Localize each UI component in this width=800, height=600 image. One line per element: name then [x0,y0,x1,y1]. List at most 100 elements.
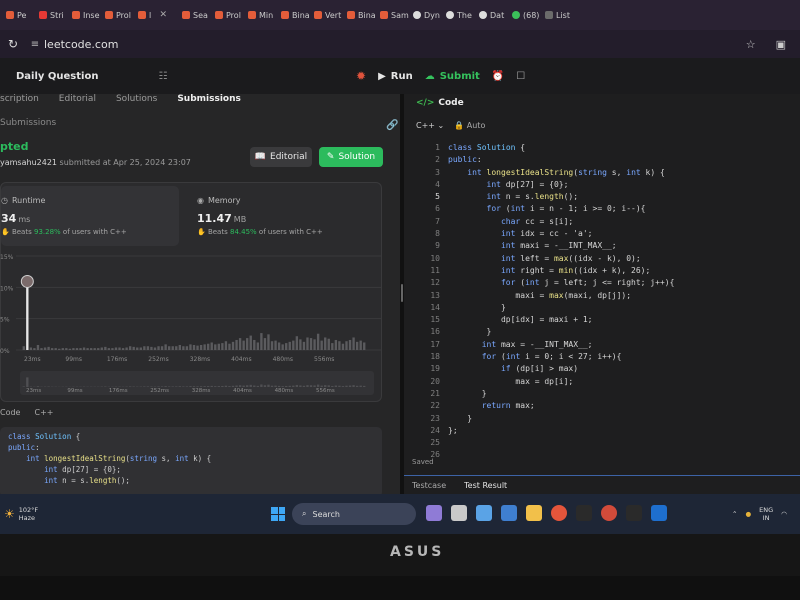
chart-bar[interactable] [72,348,75,350]
browser-tab[interactable]: Bina [277,0,310,30]
chart-bar[interactable] [348,339,352,350]
chart-bar[interactable] [207,343,210,350]
code-line[interactable]: max = dp[i]; [448,376,674,388]
reload-icon[interactable]: ↻ [0,37,26,51]
file-explorer-icon[interactable] [526,505,542,521]
chart-bar[interactable] [295,336,299,350]
chart-bar[interactable] [160,346,164,350]
tab-submissions[interactable]: Submissions [177,94,241,108]
browser-tab[interactable]: (68) [508,0,541,30]
chart-bar[interactable] [185,346,189,350]
browser-tab[interactable]: Prol [101,0,134,30]
wifi-icon[interactable]: ◠ [781,510,787,518]
solution-button[interactable]: ✎ Solution [319,147,383,167]
tab-editorial[interactable]: Editorial [59,94,96,108]
chart-bar[interactable] [235,339,238,350]
submissions-link[interactable]: Submissions [0,118,56,128]
tab-test-result[interactable]: Test Result [464,481,507,490]
chart-bar[interactable] [114,347,118,350]
task-view-icon[interactable] [451,505,467,521]
chart-bar[interactable] [249,335,252,350]
code-line[interactable]: return max; [448,400,674,412]
browser-tab[interactable]: Prol [211,0,244,30]
chart-bar[interactable] [153,347,157,350]
link-icon[interactable]: 🔗 [386,120,398,131]
chrome-icon[interactable] [551,505,567,521]
chart-bar[interactable] [89,348,93,350]
video-app-icon[interactable] [476,505,492,521]
chart-bar[interactable] [164,344,167,350]
author-name[interactable]: yamsahu2421 [0,158,57,167]
chart-bar[interactable] [65,348,68,350]
chart-bar[interactable] [79,348,82,350]
chart-bar[interactable] [171,346,174,350]
language-select[interactable]: C++ ⌄ [416,121,444,130]
chart-bar[interactable] [246,338,249,350]
code-line[interactable]: for (int i = n - 1; i >= 0; i--){ [448,203,674,215]
chart-bar[interactable] [359,340,362,350]
code-line[interactable]: } [448,302,674,314]
browser-tab[interactable]: Sam [376,0,409,30]
vscode-icon[interactable] [651,505,667,521]
chart-bar[interactable] [228,343,231,350]
browser-tab[interactable]: Stri [35,0,68,30]
close-tab-icon[interactable]: ✕ [156,10,170,20]
browser-tab[interactable]: List [541,0,574,30]
code-line[interactable]: int left = max((idx - k), 0); [448,253,674,265]
notes-icon[interactable]: ☐ [516,71,525,82]
chart-bar[interactable] [256,342,260,350]
page-title[interactable]: Daily Question [16,71,98,82]
chart-bar[interactable] [316,333,320,350]
chart-bar[interactable] [100,347,103,350]
chart-bar[interactable] [61,348,64,350]
tab-code[interactable]: </> Code [416,98,464,108]
code-line[interactable]: int dp[27] = {0}; [448,179,674,191]
code-line[interactable]: int maxi = -__INT_MAX__; [448,240,674,252]
chart-bar[interactable] [178,344,181,350]
chart-bar[interactable] [331,343,334,350]
browser-tab[interactable]: Dat [475,0,508,30]
browser-tab[interactable]: l ✕ [134,0,178,30]
chart-bar[interactable] [192,344,196,350]
chart-bar[interactable] [224,341,228,350]
chart-bar[interactable] [242,340,245,350]
chart-bar[interactable] [274,340,277,350]
chart-bar[interactable] [125,347,128,350]
chart-bar[interactable] [107,348,111,350]
browser-tab[interactable]: Inse [68,0,101,30]
chart-bar[interactable] [302,341,306,350]
chart-bar[interactable] [189,344,192,350]
chart-bar[interactable] [334,339,338,350]
taskbar-search[interactable]: ⌕ Search [292,503,416,525]
code-line[interactable]: char cc = s[i]; [448,216,674,228]
user-avatar-marker[interactable] [20,274,34,288]
browser-tab[interactable]: Bina [343,0,376,30]
chart-bar[interactable] [97,348,100,350]
chart-bar[interactable] [132,346,135,350]
chart-bar[interactable] [288,341,291,350]
chart-bar[interactable] [199,344,203,350]
store-app-icon[interactable] [501,505,517,521]
tab-solutions[interactable]: Solutions [116,94,157,108]
code-line[interactable]: } [448,326,674,338]
code-line[interactable]: int idx = cc - 'a'; [448,228,674,240]
tab-scription[interactable]: scription [0,94,39,108]
chart-bar[interactable] [29,347,33,350]
chart-bar[interactable] [231,341,235,350]
chart-bar[interactable] [143,346,146,350]
chevron-up-icon[interactable]: ⌃ [732,510,737,518]
code-editor[interactable]: 1 2 3 4 5 6 7 8 9 10 11 12 13 14 15 16 17 18 19 20 21 22 23 24 2… [404,142,800,459]
code-text[interactable]: class Solution {public: int longestIdeal… [448,142,674,437]
language-indicator[interactable]: ENG IN [759,506,773,522]
chart-bar[interactable] [182,346,185,350]
chart-bar[interactable] [54,348,57,350]
chart-bar[interactable] [263,338,267,350]
chart-bar[interactable] [40,348,43,350]
chart-bar[interactable] [136,347,139,350]
browser-tab[interactable]: The [442,0,475,30]
timer-icon[interactable]: ⏰ [492,71,504,82]
chart-bar[interactable] [292,340,295,350]
code-line[interactable]: if (dp[i] > max) [448,363,674,375]
chart-bar[interactable] [210,342,213,350]
code-line[interactable]: maxi = max(maxi, dp[j]); [448,290,674,302]
